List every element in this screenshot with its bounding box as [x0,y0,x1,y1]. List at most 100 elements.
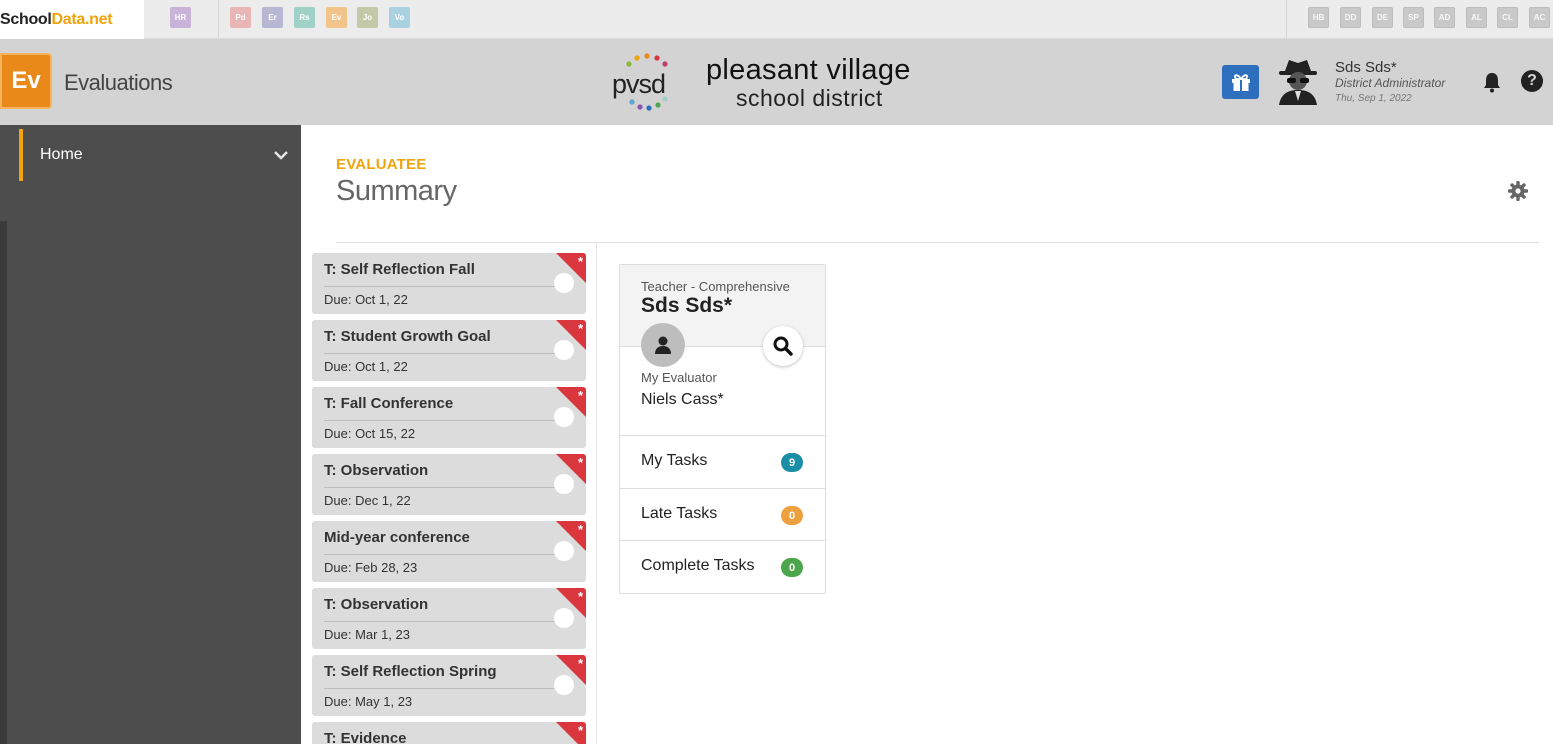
task-card[interactable]: T: Evidence * [312,722,586,744]
evaluatee-summary-card: Teacher - Comprehensive Sds Sds* My Eval… [619,264,826,594]
task-card[interactable]: T: Student Growth Goal Due: Oct 1, 22 * [312,320,586,381]
task-status-circle[interactable] [554,608,574,628]
divider [324,688,560,689]
app-chip-er[interactable]: Er [262,7,283,28]
app-chip-vo[interactable]: Vo [389,7,410,28]
my-tasks-row[interactable]: My Tasks 9 [620,435,825,488]
divider [1286,0,1287,39]
count-badge: 0 [781,506,803,525]
help-icon[interactable]: ? [1521,70,1543,92]
task-title: T: Self Reflection Fall [324,261,475,278]
task-due-date: Due: Oct 1, 22 [324,359,408,374]
user-icon [655,336,671,354]
complete-tasks-row[interactable]: Complete Tasks 0 [620,540,825,593]
page-title: Summary [336,175,457,207]
task-card[interactable]: T: Observation Due: Mar 1, 23 * [312,588,586,649]
task-card[interactable]: T: Observation Due: Dec 1, 22 * [312,454,586,515]
user-name[interactable]: Sds Sds* [1335,59,1397,76]
sidebar-item-label: Home [40,146,83,163]
divider [218,0,219,39]
divider [596,243,597,744]
app-chip-cl[interactable]: CL [1497,7,1518,28]
count-badge: 0 [781,558,803,577]
incognito-user-icon[interactable] [1275,57,1321,105]
task-title: T: Fall Conference [324,395,454,412]
row-label: Late Tasks [641,505,718,522]
count-badge: 9 [781,453,803,472]
brand-part1: School [0,10,52,28]
search-icon [773,336,793,356]
divider [324,621,560,622]
app-chip-sp[interactable]: SP [1403,7,1424,28]
brand-part2: Data.net [51,10,113,28]
district-name: pleasant village [706,54,911,86]
schooldata-logo[interactable]: School Data.net [0,0,144,39]
task-status-circle[interactable] [554,273,574,293]
search-button[interactable] [763,326,803,366]
app-switcher-bar: School Data.net HR Pd Er Rs Ev Jo Vo HB D… [0,0,1553,39]
evaluator-label: My Evaluator [641,370,717,385]
pvsd-logo-text: pvsd [612,69,666,99]
bell-icon[interactable] [1482,71,1502,93]
district-subtitle: school district [736,85,883,111]
task-card[interactable]: T: Self Reflection Fall Due: Oct 1, 22 * [312,253,586,314]
divider [324,554,560,555]
task-status-circle[interactable] [554,541,574,561]
row-label: Complete Tasks [641,557,755,574]
task-card[interactable]: Mid-year conference Due: Feb 28, 23 * [312,521,586,582]
sidebar: Home [0,125,301,744]
task-title: T: Student Growth Goal [324,328,491,345]
app-chip-jo[interactable]: Jo [357,7,378,28]
asterisk-icon: * [577,321,583,336]
evaluations-app-logo[interactable]: Ev [0,53,52,109]
section-label: EVALUATEE [336,156,427,173]
task-due-date: Due: Feb 28, 23 [324,560,418,575]
evaluatee-name: Sds Sds* [641,294,733,317]
asterisk-icon: * [577,254,583,269]
divider [324,353,560,354]
app-chip-de[interactable]: DE [1372,7,1393,28]
row-label: My Tasks [641,452,708,469]
app-chip-ev[interactable]: Ev [326,7,347,28]
task-card[interactable]: T: Fall Conference Due: Oct 15, 22 * [312,387,586,448]
app-chip-al[interactable]: AL [1466,7,1487,28]
gift-button[interactable] [1222,65,1259,99]
app-chip-ac[interactable]: AC [1529,7,1550,28]
app-chip-rs[interactable]: Rs [294,7,315,28]
task-status-circle[interactable] [554,340,574,360]
app-chip-hr[interactable]: HR [170,7,191,28]
chevron-down-icon[interactable] [273,149,289,161]
evaluator-name: Niels Cass* [641,391,724,408]
gift-icon [1231,74,1250,91]
task-title: T: Observation [324,462,429,479]
task-title: T: Evidence [324,730,407,744]
task-title: T: Self Reflection Spring [324,663,497,680]
current-date: Thu, Sep 1, 2022 [1335,93,1412,104]
gear-icon[interactable] [1507,180,1529,202]
app-chip-dd[interactable]: DD [1340,7,1361,28]
task-due-date: Due: Oct 1, 22 [324,292,408,307]
task-due-date: Due: Mar 1, 23 [324,627,410,642]
user-role: District Administrator [1335,76,1446,90]
task-status-circle[interactable] [554,675,574,695]
task-card[interactable]: T: Self Reflection Spring Due: May 1, 23… [312,655,586,716]
asterisk-icon: * [577,522,583,537]
app-chip-ad[interactable]: AD [1434,7,1455,28]
asterisk-icon: * [577,723,583,738]
divider [324,487,560,488]
app-chip-hb[interactable]: HB [1308,7,1329,28]
divider [324,420,560,421]
task-due-date: Due: Oct 15, 22 [324,426,416,441]
task-status-circle[interactable] [554,407,574,427]
asterisk-icon: * [577,589,583,604]
app-chip-pd[interactable]: Pd [230,7,251,28]
sidebar-edge-cap [0,125,7,221]
sidebar-item-home[interactable]: Home [19,129,301,181]
task-title: Mid-year conference [324,529,470,546]
task-due-date: Due: Dec 1, 22 [324,493,411,508]
task-status-circle[interactable] [554,474,574,494]
divider [336,242,1539,243]
task-due-date: Due: May 1, 23 [324,694,413,709]
app-header: Ev Evaluations pvsd pleasant village sch… [0,39,1553,125]
late-tasks-row[interactable]: Late Tasks 0 [620,488,825,541]
